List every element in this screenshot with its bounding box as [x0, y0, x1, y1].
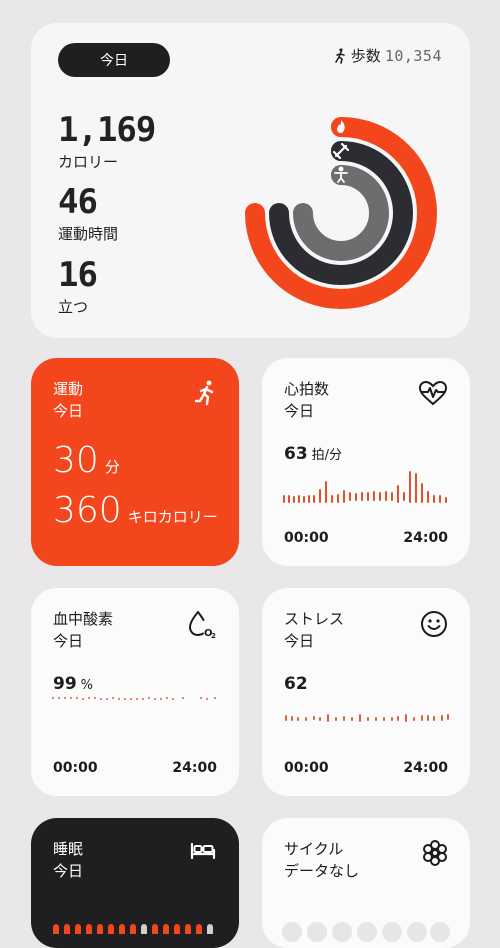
activity-rings — [245, 117, 437, 309]
bed-icon — [190, 842, 216, 860]
blood-oxygen-subtitle: 今日 — [53, 632, 84, 650]
heartbeat-icon — [418, 380, 448, 406]
heart-rate-card[interactable]: 心拍数 今日 63 拍/分 00:00 24:00 — [262, 358, 470, 566]
svg-text:2: 2 — [211, 632, 216, 638]
heart-rate-subtitle: 今日 — [284, 402, 315, 420]
steps-label: 歩数 — [350, 47, 381, 65]
cycle-day-dots — [282, 922, 450, 942]
sleep-title: 睡眠 — [53, 840, 84, 858]
heart-rate-unit: 拍/分 — [311, 448, 343, 463]
stand-label: 立つ — [58, 298, 89, 316]
exercise-subtitle: 今日 — [53, 402, 84, 420]
exercise-minutes-value: 30 — [53, 440, 99, 481]
sleep-subtitle: 今日 — [53, 862, 84, 880]
heart-rate-title-block: 心拍数 今日 — [284, 378, 329, 422]
blood-oxygen-time-end: 24:00 — [172, 760, 217, 776]
blood-oxygen-value: 99 — [53, 674, 77, 694]
sleep-card[interactable]: 睡眠 今日 — [31, 818, 239, 948]
running-icon — [195, 380, 214, 406]
cycle-subtitle: データなし — [284, 862, 360, 880]
heart-rate-time-start: 00:00 — [284, 530, 329, 546]
calories-stat: 1,169 カロリー — [58, 110, 156, 172]
exercise-calories-value: 360 — [53, 490, 122, 531]
blood-oxygen-metric: 99% — [53, 674, 93, 694]
heart-rate-sparkline — [283, 471, 447, 503]
stress-value: 62 — [284, 674, 308, 694]
oxygen-drop-icon: O 2 — [188, 611, 216, 638]
blood-oxygen-time-start: 00:00 — [53, 760, 98, 776]
flower-icon — [423, 840, 447, 866]
cycle-title: サイクル — [284, 840, 344, 858]
stress-title-block: ストレス 今日 — [284, 608, 344, 652]
smiley-icon — [421, 611, 447, 637]
cycle-card[interactable]: サイクル データなし — [262, 818, 470, 948]
stress-card[interactable]: ストレス 今日 62 00:00 24:00 — [262, 588, 470, 796]
stand-value: 16 — [58, 255, 98, 295]
exercise-card[interactable]: 運動 今日 30 分 360 キロカロリー — [31, 358, 239, 566]
steps-value: 10,354 — [384, 46, 442, 65]
stress-subtitle: 今日 — [284, 632, 315, 650]
heart-rate-time-axis: 00:00 24:00 — [284, 530, 448, 546]
exercise-calories: 360 キロカロリー — [53, 490, 218, 531]
exercise-title-block: 運動 今日 — [53, 378, 83, 422]
stress-time-axis: 00:00 24:00 — [284, 760, 448, 776]
stress-time-end: 24:00 — [403, 760, 448, 776]
stress-metric: 62 — [284, 674, 308, 694]
stress-sparkline — [285, 714, 449, 722]
stand-stat: 16 立つ — [58, 255, 98, 317]
heart-rate-title: 心拍数 — [284, 380, 330, 398]
activity-summary-card[interactable]: 今日 歩数 10,354 1,169 カロリー 46 運動時間 16 立つ — [31, 23, 470, 338]
steps-summary: 歩数 10,354 — [333, 45, 442, 66]
blood-oxygen-time-axis: 00:00 24:00 — [53, 760, 217, 776]
exercise-title: 運動 — [53, 380, 84, 398]
exercise-minutes: 30 分 — [53, 440, 120, 481]
blood-oxygen-title-block: 血中酸素 今日 — [53, 608, 113, 652]
heart-rate-time-end: 24:00 — [403, 530, 448, 546]
blood-oxygen-unit: % — [80, 678, 94, 693]
exercise-time-stat: 46 運動時間 — [58, 183, 118, 244]
walking-icon — [334, 47, 345, 64]
exercise-calories-unit: キロカロリー — [127, 508, 218, 526]
sleep-title-block: 睡眠 今日 — [53, 838, 83, 882]
calories-label: カロリー — [58, 153, 119, 171]
stress-time-start: 00:00 — [284, 760, 329, 776]
heart-rate-value: 63 — [284, 444, 308, 464]
calories-value: 1,169 — [58, 110, 156, 150]
cycle-title-block: サイクル データなし — [284, 838, 359, 882]
today-filter-button[interactable]: 今日 — [58, 43, 170, 77]
blood-oxygen-card[interactable]: 血中酸素 今日 O 2 99% 00:00 24:00 — [31, 588, 239, 796]
blood-oxygen-sparkline — [52, 697, 216, 700]
exercise-time-value: 46 — [58, 182, 98, 222]
exercise-time-label: 運動時間 — [58, 225, 119, 243]
heart-rate-metric: 63 拍/分 — [284, 444, 342, 464]
stress-title: ストレス — [284, 610, 345, 628]
stand-ring — [293, 165, 389, 261]
exercise-minutes-unit: 分 — [104, 458, 120, 476]
blood-oxygen-title: 血中酸素 — [53, 610, 114, 628]
